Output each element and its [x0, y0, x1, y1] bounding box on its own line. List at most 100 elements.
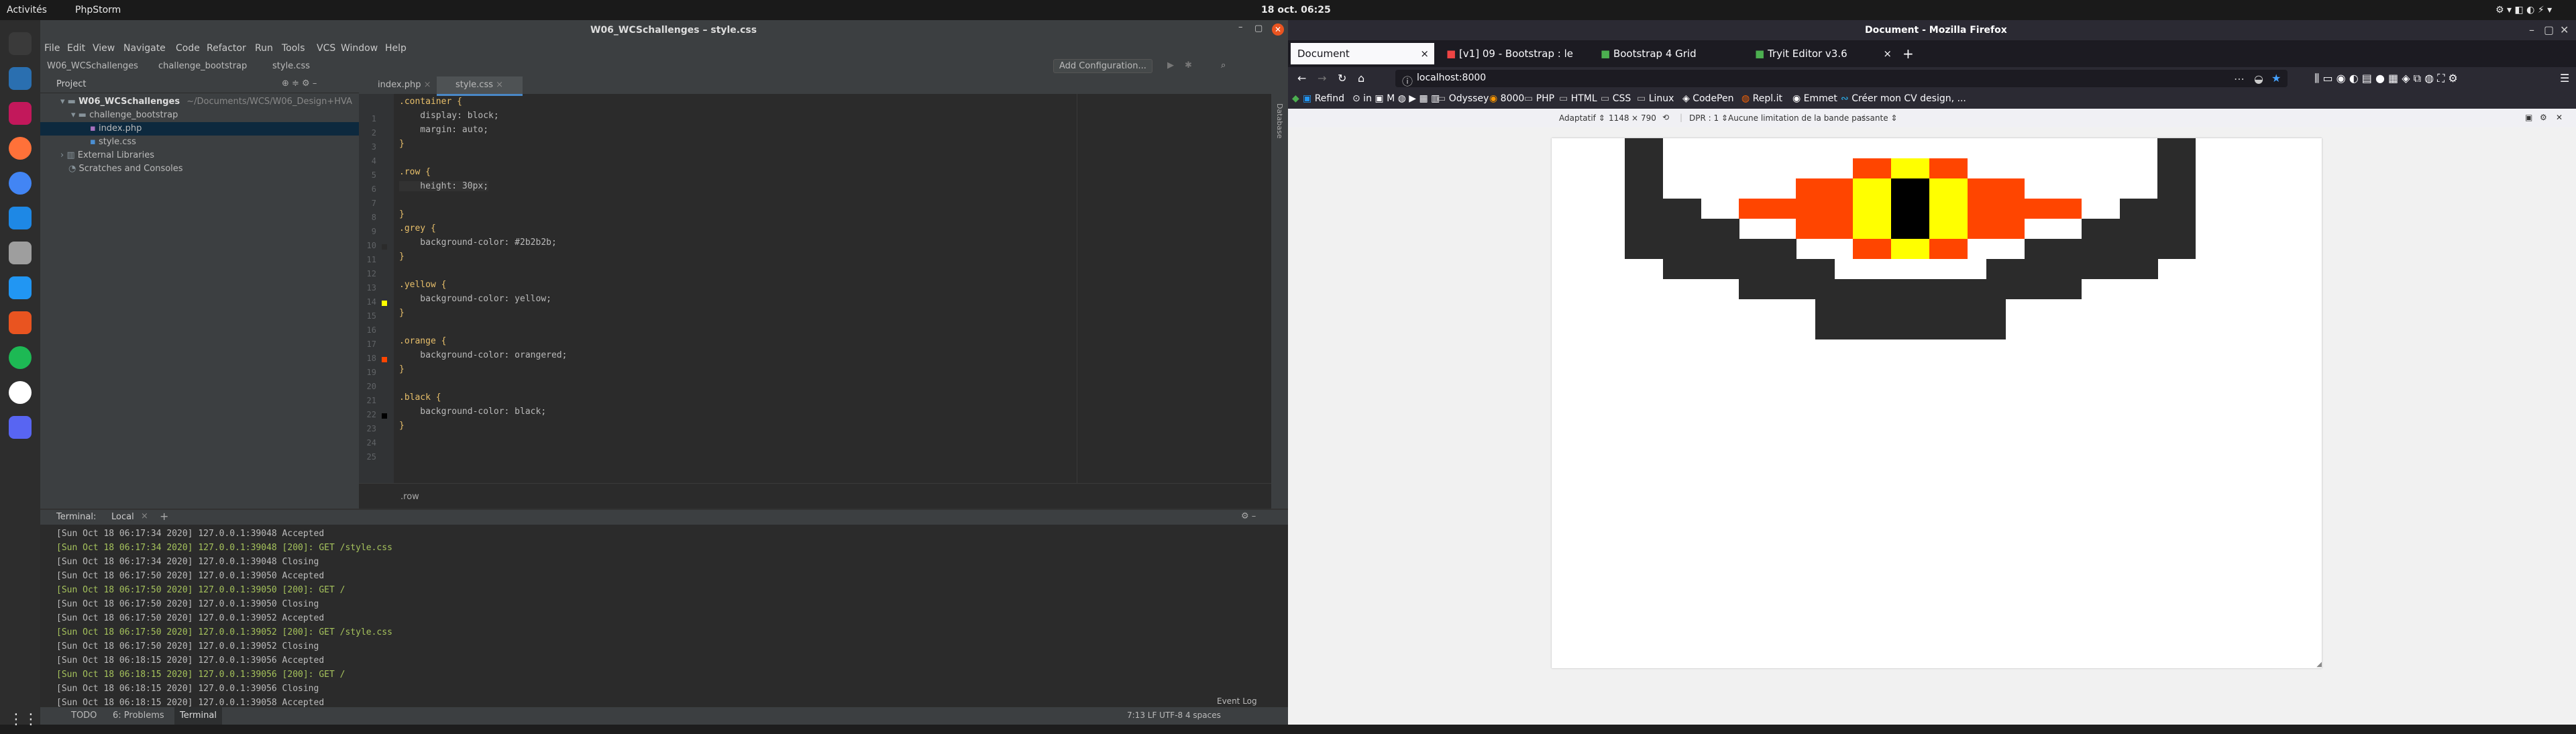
menu-window[interactable]: Window	[341, 43, 378, 54]
menu-navigate[interactable]: Navigate	[123, 43, 166, 54]
screenshot-icon[interactable]: ▣	[2525, 113, 2532, 122]
close-icon[interactable]: ✕	[1272, 23, 1284, 36]
phpstorm-app-icon[interactable]	[9, 102, 32, 125]
bookmark-star-icon[interactable]: ★	[2271, 72, 2281, 85]
show-apps-icon[interactable]: ⋮⋮	[9, 711, 38, 734]
debug-icon[interactable]: ✱	[1185, 60, 1192, 70]
new-terminal-tab-icon[interactable]: +	[160, 510, 168, 523]
bookmark-emmet[interactable]: ◉ Emmet	[1792, 93, 1837, 104]
viewport-height-input[interactable]: 790	[1641, 113, 1656, 123]
code-line[interactable]: .orange {	[399, 336, 446, 346]
breadcrumb-project[interactable]: W06_WCSchallenges	[47, 61, 138, 71]
code-line[interactable]: }	[399, 209, 405, 219]
slack-app-icon[interactable]	[9, 381, 32, 404]
code-line[interactable]: .yellow {	[399, 280, 446, 290]
code-line[interactable]: background-color: black;	[399, 407, 546, 417]
bookmark-refind[interactable]: ▣ Refind	[1303, 93, 1344, 104]
code-line[interactable]: }	[399, 421, 405, 431]
tree-item-style-css[interactable]: ▪ style.css	[90, 136, 136, 149]
activities-button[interactable]: Activités	[7, 5, 47, 15]
menu-tools[interactable]: Tools	[282, 43, 305, 54]
system-tray-icons[interactable]: ⚙ ▾ ◧ ◐ ⚡ ▾	[2496, 5, 2552, 15]
project-pane-tools-icon[interactable]: ⊕ ≑ ⚙ –	[282, 78, 317, 89]
add-configuration-button[interactable]: Add Configuration...	[1053, 59, 1152, 73]
color-swatch-icon[interactable]	[382, 357, 387, 362]
touch-simulation-icon[interactable]: ☝	[1861, 113, 1866, 122]
tree-item-index-php[interactable]: ▪ index.php	[40, 122, 359, 136]
tree-item-folder[interactable]: ▾ ▬ challenge_bootstrap	[71, 109, 178, 122]
code-line[interactable]: margin: auto;	[399, 125, 488, 135]
tree-item-root[interactable]: ▾ ▬ W06_WCSchallenges ~/Documents/WCS/W0…	[60, 95, 352, 109]
problems-tab[interactable]: 6: Problems	[113, 711, 164, 721]
reload-icon[interactable]: ↻	[1338, 72, 1346, 85]
dpr-selector[interactable]: DPR : 1 ⇕	[1689, 113, 1728, 123]
menu-run[interactable]: Run	[255, 43, 273, 54]
pocket-icon[interactable]: ◒	[2254, 72, 2263, 85]
files-app-icon[interactable]	[9, 67, 32, 90]
bookmark-linux[interactable]: ▭ Linux	[1637, 93, 1674, 104]
code-editor[interactable]: index.php × style.css × 1 2 3 4 5 6 7 8 9 10 11 12 1…	[359, 76, 1271, 509]
code-line[interactable]: background-color: orangered;	[399, 350, 567, 360]
code-line[interactable]: background-color: yellow;	[399, 294, 551, 304]
close-tab-icon[interactable]: ×	[424, 80, 431, 90]
close-tab-icon[interactable]: ×	[1420, 43, 1429, 64]
bookmark-codepen[interactable]: ◈ CodePen	[1682, 93, 1734, 104]
throttling-selector[interactable]: Aucune limitation de la bande passante ⇕	[1728, 113, 1897, 123]
code-line[interactable]: .container {	[399, 97, 462, 107]
spotify-app-icon[interactable]	[9, 346, 32, 369]
run-icon[interactable]: ▶	[1167, 60, 1174, 70]
close-icon[interactable]: ✕	[2560, 23, 2569, 36]
code-line[interactable]: }	[399, 364, 405, 374]
minimize-icon[interactable]: –	[1238, 22, 1243, 32]
code-line[interactable]: .row {	[399, 167, 431, 177]
code-line[interactable]: .grey {	[399, 223, 436, 233]
chrome-app-icon[interactable]	[9, 172, 32, 195]
rotate-icon[interactable]: ⟲	[1662, 113, 1669, 122]
viewport-width-input[interactable]: 1148	[1609, 113, 1629, 123]
search-icon[interactable]: ⌕	[1221, 60, 1226, 70]
tab-tryit[interactable]: ■ Tryit Editor v3.6 ×	[1748, 43, 1897, 64]
hamburger-menu-icon[interactable]: ☰	[2560, 72, 2569, 85]
toolbar-extension-icons[interactable]: ⫼ ▭ ◉ ◐ ▤ ● ▦ ◈ ⧉ ◍ ⛶ ⚙	[2314, 72, 2458, 85]
app-menu[interactable]: PhpStorm	[75, 5, 121, 15]
terminal-settings-icon[interactable]: ⚙ –	[1241, 511, 1256, 521]
color-swatch-icon[interactable]	[382, 413, 387, 419]
terminal-tab-local[interactable]: Local	[111, 512, 134, 522]
bookmark-favicons[interactable]: ⊙ in ▣ M ◍ ▶ ▦ ▥	[1352, 93, 1440, 104]
cursor-position-info[interactable]: 7:13 LF UTF-8 4 spaces	[1127, 711, 1221, 720]
tab-bootstrap-grid[interactable]: ■ Bootstrap 4 Grid Examp...×	[1594, 43, 1743, 81]
close-rdm-icon[interactable]: ✕	[2556, 113, 2563, 122]
tree-item-external-libraries[interactable]: › ▥ External Libraries	[60, 149, 154, 162]
bookmark-8000[interactable]: ◉ 8000	[1489, 93, 1524, 104]
minimize-icon[interactable]: –	[2529, 23, 2534, 36]
bookmark-odyssey[interactable]: ▭ Odyssey	[1437, 93, 1489, 104]
todo-tab[interactable]: TODO	[71, 711, 97, 721]
resize-handle-icon[interactable]: ◢	[2316, 661, 2322, 668]
database-tool-tab[interactable]: Database	[1275, 103, 1284, 139]
clock[interactable]: 18 oct. 06:25	[1261, 5, 1331, 15]
code-line[interactable]: background-color: #2b2b2b;	[399, 238, 557, 248]
document-app-icon[interactable]	[9, 276, 32, 299]
page-viewport[interactable]: ◢	[1552, 138, 2322, 668]
close-tab-icon[interactable]: ×	[496, 80, 503, 90]
code-line[interactable]: height: 30px;	[399, 181, 489, 191]
bookmark-cv[interactable]: ∾ Créer mon CV design, ...	[1841, 93, 1966, 104]
close-tab-icon[interactable]: ×	[141, 511, 148, 521]
bookmark-html[interactable]: ▭ HTML	[1559, 93, 1597, 104]
event-log-button[interactable]: Event Log	[1217, 696, 1257, 706]
software-app-icon[interactable]	[9, 311, 32, 334]
bookmark-replit[interactable]: ◍ Repl.it	[1741, 93, 1782, 104]
menu-vcs[interactable]: VCS	[317, 43, 335, 54]
project-pane-title[interactable]: Project	[56, 79, 86, 89]
page-info-icon[interactable]: ⓘ	[1402, 72, 1413, 89]
tab-style-css[interactable]: style.css ×	[437, 76, 523, 96]
code-line[interactable]: }	[399, 308, 405, 318]
breadcrumb-file[interactable]: style.css	[272, 61, 310, 71]
breadcrumb-folder[interactable]: challenge_bootstrap	[158, 61, 247, 71]
terminal-tool-window[interactable]: Terminal: Local × + ⚙ – [Sun Oct 18 06:1…	[40, 509, 1288, 709]
menu-help[interactable]: Help	[385, 43, 407, 54]
back-icon[interactable]: ←	[1297, 72, 1306, 85]
folder-app-icon[interactable]	[9, 242, 32, 264]
page-actions-icon[interactable]: ⋯	[2234, 72, 2245, 85]
bookmark-icon[interactable]: ◆	[1292, 93, 1299, 104]
